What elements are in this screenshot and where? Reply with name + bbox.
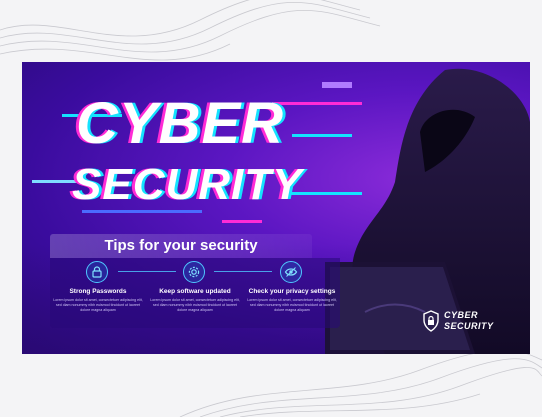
- gear-icon: [183, 261, 205, 283]
- title-security: SECURITY: [72, 160, 303, 209]
- brand-line-1: CYBER: [444, 310, 479, 320]
- tip-title: Keep software updated: [159, 288, 231, 295]
- title-block: CYBER SECURITY: [72, 90, 362, 230]
- cyber-security-banner: CYBER SECURITY Tips for your security St…: [22, 62, 530, 354]
- tip-title: Strong Passwords: [69, 288, 127, 295]
- connector-line: [118, 271, 176, 272]
- tip-body: Lorem ipsum dolor sit amet, consectetuer…: [247, 298, 337, 312]
- eye-icon: [280, 261, 302, 283]
- tips-header: Tips for your security: [50, 234, 312, 258]
- tip-body: Lorem ipsum dolor sit amet, consectetuer…: [53, 298, 143, 312]
- tips-title: Tips for your security: [104, 237, 258, 254]
- tips-panel: Strong Passwords Lorem ipsum dolor sit a…: [50, 258, 340, 328]
- shield-lock-icon: [423, 310, 439, 332]
- brand-line-2: SECURITY: [444, 321, 494, 331]
- tip-title: Check your privacy settings: [248, 288, 336, 295]
- title-cyber: CYBER: [76, 91, 285, 156]
- lock-icon: [86, 261, 108, 283]
- tip-body: Lorem ipsum dolor sit amet, consectetuer…: [150, 298, 240, 312]
- brand-logo: CYBER SECURITY: [422, 308, 512, 336]
- connector-line: [214, 271, 272, 272]
